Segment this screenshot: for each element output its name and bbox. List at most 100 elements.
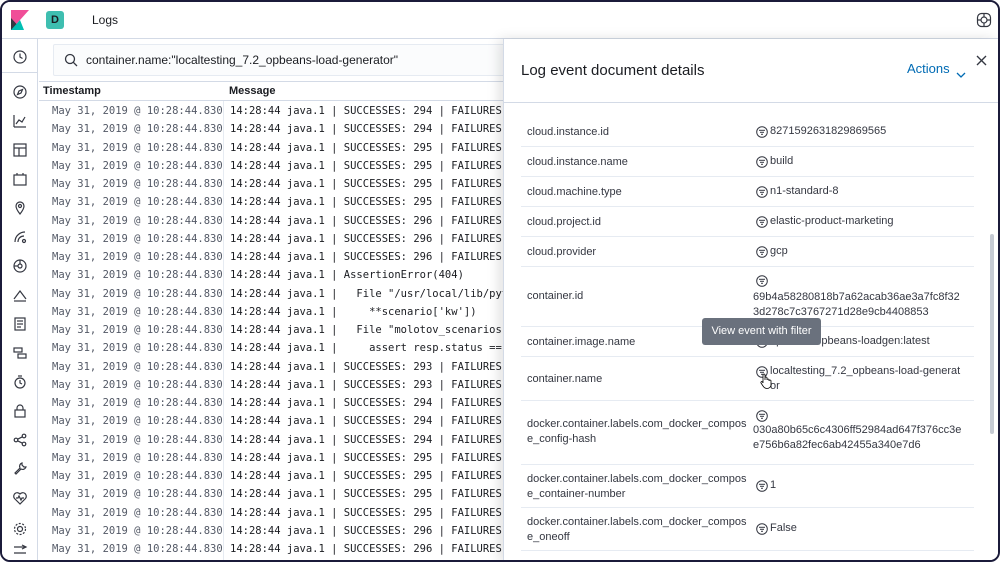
visualize-chart-icon[interactable] — [12, 113, 28, 129]
graph-icon[interactable] — [12, 432, 28, 448]
log-row[interactable]: May 31, 2019 @ 10:28:44.830 14:28:44 java… — [39, 449, 509, 467]
metrics-icon[interactable] — [12, 287, 28, 303]
log-row[interactable]: May 31, 2019 @ 10:28:44.830 14:28:44 java… — [39, 157, 509, 175]
log-row[interactable]: May 31, 2019 @ 10:28:44.830 14:28:44 java… — [39, 412, 509, 430]
log-row[interactable]: May 31, 2019 @ 10:28:44.830 14:28:44 java… — [39, 212, 509, 230]
filter-icon[interactable] — [756, 409, 768, 422]
log-message: 14:28:44 java.1 | SUCCESSES: 296 | FAILU… — [230, 232, 509, 245]
search-bar: container.name:"localtesting_7.2_opbeans… — [39, 39, 509, 81]
filter-icon[interactable] — [756, 215, 768, 228]
log-row[interactable]: May 31, 2019 @ 10:28:44.830 14:28:44 java… — [39, 139, 509, 157]
field-row: docker.container.labels.com_docker_compo… — [521, 401, 974, 465]
log-row[interactable]: May 31, 2019 @ 10:28:44.830 14:28:44 java… — [39, 485, 509, 503]
log-message: 14:28:44 java.1 | SUCCESSES: 296 | FAILU… — [230, 251, 509, 263]
log-row[interactable]: May 31, 2019 @ 10:28:44.830 14:28:44 java… — [39, 120, 509, 138]
log-timestamp: May 31, 2019 @ 10:28:44.830 — [52, 415, 223, 428]
filter-icon[interactable] — [756, 522, 768, 535]
field-row: docker.container.labels.com_docker_compo — [521, 551, 974, 560]
siem-lock-icon[interactable] — [12, 403, 28, 419]
field-name: container.name — [527, 373, 603, 385]
apm-icon[interactable] — [12, 345, 28, 361]
log-row[interactable]: May 31, 2019 @ 10:28:44.830 14:28:44 java… — [39, 431, 509, 449]
column-header-timestamp[interactable]: Timestamp — [43, 85, 101, 97]
log-row[interactable]: May 31, 2019 @ 10:28:44.830 14:28:44 java… — [39, 504, 509, 522]
log-row[interactable]: May 31, 2019 @ 10:28:44.830 14:28:44 java… — [39, 303, 509, 321]
log-timestamp: May 31, 2019 @ 10:28:44.830 — [52, 506, 223, 519]
column-header-message[interactable]: Message — [229, 85, 275, 97]
log-message: 14:28:44 java.1 | AssertionError(404) — [230, 269, 464, 282]
chevron-down-icon[interactable] — [956, 66, 966, 78]
field-row: docker.container.labels.com_docker_compo… — [521, 508, 974, 551]
field-name: cloud.instance.name — [527, 156, 628, 168]
dashboard-icon[interactable] — [12, 142, 28, 158]
log-row[interactable]: May 31, 2019 @ 10:28:44.830 14:28:44 java… — [39, 540, 509, 558]
log-timestamp: May 31, 2019 @ 10:28:44.830 — [52, 524, 223, 537]
management-gear-icon[interactable] — [12, 521, 28, 537]
log-timestamp: May 31, 2019 @ 10:28:44.830 — [52, 324, 223, 336]
field-row: cloud.instance.name build — [521, 147, 974, 177]
dev-tools-wrench-icon[interactable] — [12, 461, 28, 477]
log-message: 14:28:44 java.1 | SUCCESSES: 295 | FAILU… — [230, 196, 509, 209]
log-row[interactable]: May 31, 2019 @ 10:28:44.830 14:28:44 java… — [39, 339, 509, 357]
field-value: gcp — [770, 245, 788, 257]
log-row[interactable]: May 31, 2019 @ 10:28:44.830 14:28:44 java… — [39, 394, 509, 412]
log-row[interactable]: May 31, 2019 @ 10:28:44.830 14:28:44 java… — [39, 230, 509, 248]
search-input[interactable]: container.name:"localtesting_7.2_opbeans… — [53, 44, 505, 76]
kibana-logo-icon[interactable] — [11, 10, 29, 30]
log-timestamp: May 31, 2019 @ 10:28:44.830 — [52, 305, 223, 318]
log-timestamp: May 31, 2019 @ 10:28:44.830 — [52, 397, 223, 409]
field-row: cloud.project.id elastic-product-marketin… — [521, 207, 974, 237]
filter-icon[interactable] — [756, 155, 768, 168]
log-message: 14:28:44 java.1 | SUCCESSES: 295 | FAILU… — [230, 451, 509, 464]
field-name: cloud.provider — [527, 246, 597, 258]
filter-icon[interactable] — [756, 125, 768, 138]
maps-pin-icon[interactable] — [12, 200, 28, 216]
monitoring-heartbeat-icon[interactable] — [12, 490, 28, 506]
log-row[interactable]: May 31, 2019 @ 10:28:44.830 14:28:44 java… — [39, 193, 509, 211]
log-message: 14:28:44 java.1 | assert resp.status == … — [230, 342, 509, 355]
help-menu-icon[interactable] — [976, 12, 992, 28]
filter-icon[interactable] — [756, 245, 768, 258]
log-message: 14:28:44 java.1 | SUCCESSES: 296 | FAILU… — [230, 524, 509, 537]
log-timestamp: May 31, 2019 @ 10:28:44.830 — [52, 470, 223, 482]
log-row[interactable]: May 31, 2019 @ 10:28:44.830 14:28:44 java… — [39, 376, 509, 394]
log-message: 14:28:44 java.1 | File "/usr/local/lib/p… — [230, 287, 509, 300]
log-row[interactable]: May 31, 2019 @ 10:28:44.830 14:28:44 java… — [39, 467, 509, 485]
log-message: 14:28:44 java.1 | SUCCESSES: 293 | FAILU… — [230, 378, 509, 391]
log-message: 14:28:44 java.1 | SUCCESSES: 295 | FAILU… — [230, 178, 509, 190]
log-row[interactable]: May 31, 2019 @ 10:28:44.830 14:28:44 java… — [39, 522, 509, 540]
recently-viewed-clock-icon[interactable] — [12, 49, 28, 65]
log-row[interactable]: May 31, 2019 @ 10:28:44.830 14:28:44 java… — [39, 175, 509, 193]
log-message: 14:28:44 java.1 | SUCCESSES: 294 | FAILU… — [230, 433, 509, 446]
actions-button[interactable]: Actions — [907, 61, 950, 76]
field-name: cloud.instance.id — [527, 126, 609, 138]
log-row[interactable]: May 31, 2019 @ 10:28:44.830 14:28:44 java… — [39, 358, 509, 376]
space-avatar[interactable]: D — [46, 11, 64, 29]
log-message: 14:28:44 java.1 | File "molotov_scenario… — [230, 324, 509, 336]
log-timestamp: May 31, 2019 @ 10:28:44.830 — [52, 251, 223, 263]
field-row: cloud.provider gcp — [521, 237, 974, 267]
log-message: 14:28:44 java.1 | SUCCESSES: 295 | FAILU… — [230, 488, 509, 501]
discover-compass-icon[interactable] — [12, 84, 28, 100]
canvas-icon[interactable] — [12, 171, 28, 187]
filter-icon[interactable] — [756, 274, 768, 287]
filter-icon[interactable] — [756, 185, 768, 198]
collapse-nav-icon[interactable] — [12, 542, 28, 558]
log-timestamp: May 31, 2019 @ 10:28:44.830 — [52, 342, 223, 355]
field-name: cloud.project.id — [527, 216, 601, 228]
machine-learning-icon[interactable] — [12, 229, 28, 245]
infrastructure-icon[interactable] — [12, 258, 28, 274]
log-row[interactable]: May 31, 2019 @ 10:28:44.830 14:28:44 java… — [39, 248, 509, 266]
log-row[interactable]: May 31, 2019 @ 10:28:44.830 14:28:44 java… — [39, 102, 509, 120]
field-row: docker.container.labels.com_docker_compo… — [521, 465, 974, 508]
field-value: elastic-product-marketing — [770, 215, 894, 227]
uptime-icon[interactable] — [12, 374, 28, 390]
flyout-scrollbar[interactable] — [990, 234, 994, 434]
log-row[interactable]: May 31, 2019 @ 10:28:44.830 14:28:44 java… — [39, 285, 509, 303]
log-row[interactable]: May 31, 2019 @ 10:28:44.830 14:28:44 java… — [39, 266, 509, 284]
logs-icon[interactable] — [12, 316, 28, 332]
log-row[interactable]: May 31, 2019 @ 10:28:44.830 14:28:44 java… — [39, 321, 509, 339]
close-icon[interactable] — [976, 53, 987, 66]
app-window: D Logs container.name:"localtesting_7.2_… — [0, 0, 1000, 562]
filter-icon[interactable] — [756, 479, 768, 492]
